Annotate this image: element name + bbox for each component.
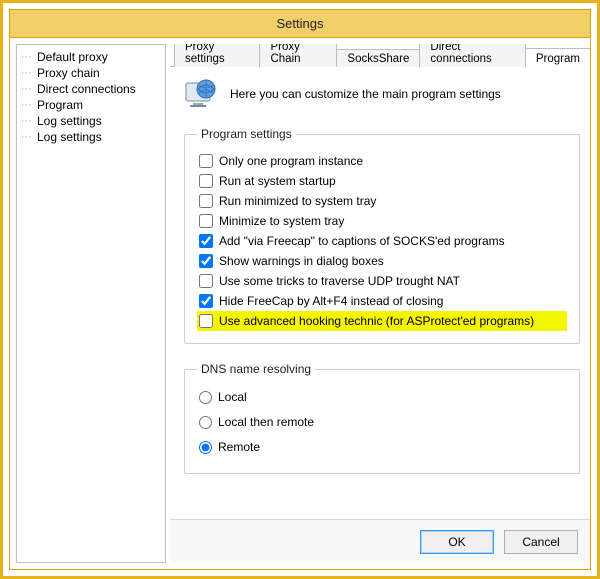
checkbox[interactable]	[199, 154, 213, 168]
checkbox-label: Minimize to system tray	[219, 214, 344, 228]
tree-branch-icon: ⋯	[21, 132, 35, 143]
titlebar: Settings	[10, 10, 590, 38]
right-pane: Proxy settings Proxy Chain SocksShare Di…	[170, 44, 590, 563]
tab-program[interactable]: Program	[525, 48, 590, 67]
opt-advanced-hooking[interactable]: Use advanced hooking technic (for ASProt…	[197, 311, 567, 331]
program-settings-legend: Program settings	[197, 127, 296, 141]
tree-item-label: Proxy chain	[37, 66, 100, 80]
globe-monitor-icon	[184, 77, 218, 111]
window-title: Settings	[277, 16, 324, 31]
radio-label: Remote	[218, 440, 260, 454]
tab-label: Program	[536, 53, 580, 65]
tree-item-label: Direct connections	[37, 82, 136, 96]
tab-label: Direct connections	[430, 44, 491, 65]
checkbox-label: Use some tricks to traverse UDP trought …	[219, 274, 460, 288]
tab-socksshare[interactable]: SocksShare	[336, 49, 420, 67]
checkbox[interactable]	[199, 194, 213, 208]
dns-resolving-legend: DNS name resolving	[197, 362, 315, 376]
tree-item-log-settings-1[interactable]: ⋯ Log settings	[19, 113, 163, 129]
tree-item-label: Log settings	[37, 130, 102, 144]
dns-local[interactable]: Local	[197, 386, 567, 411]
checkbox-label: Run at system startup	[219, 174, 336, 188]
tree-item-proxy-chain[interactable]: ⋯ Proxy chain	[19, 65, 163, 81]
checkbox-label: Run minimized to system tray	[219, 194, 376, 208]
tree-item-default-proxy[interactable]: ⋯ Default proxy	[19, 49, 163, 65]
opt-run-minimized[interactable]: Run minimized to system tray	[197, 191, 567, 211]
dns-resolving-group: DNS name resolving Local Local then remo…	[184, 362, 580, 474]
opt-hide-altf4[interactable]: Hide FreeCap by Alt+F4 instead of closin…	[197, 291, 567, 311]
checkbox-label: Only one program instance	[219, 154, 363, 168]
checkbox[interactable]	[199, 234, 213, 248]
settings-window: Settings ⋯ Default proxy ⋯ Proxy chain ⋯…	[9, 9, 591, 570]
radio[interactable]	[199, 441, 212, 454]
opt-only-one-instance[interactable]: Only one program instance	[197, 151, 567, 171]
program-settings-group: Program settings Only one program instan…	[184, 127, 580, 344]
tree-item-label: Default proxy	[37, 50, 108, 64]
tab-label: Proxy settings	[185, 44, 225, 65]
opt-add-via-freecap[interactable]: Add "via Freecap" to captions of SOCKS'e…	[197, 231, 567, 251]
tree-item-direct-connections[interactable]: ⋯ Direct connections	[19, 81, 163, 97]
tab-direct-connections[interactable]: Direct connections	[419, 44, 525, 67]
checkbox[interactable]	[199, 214, 213, 228]
opt-run-at-startup[interactable]: Run at system startup	[197, 171, 567, 191]
tab-body-program: Here you can customize the main program …	[170, 66, 590, 519]
tree-branch-icon: ⋯	[21, 116, 35, 127]
tree-item-program[interactable]: ⋯ Program	[19, 97, 163, 113]
checkbox-label: Show warnings in dialog boxes	[219, 254, 384, 268]
checkbox[interactable]	[199, 174, 213, 188]
client-area: ⋯ Default proxy ⋯ Proxy chain ⋯ Direct c…	[10, 38, 590, 569]
checkbox-label: Use advanced hooking technic (for ASProt…	[219, 314, 534, 328]
radio[interactable]	[199, 391, 212, 404]
ok-button[interactable]: OK	[420, 530, 494, 554]
tree-branch-icon: ⋯	[21, 84, 35, 95]
checkbox[interactable]	[199, 294, 213, 308]
button-bar: OK Cancel	[170, 519, 590, 563]
checkbox-label: Add "via Freecap" to captions of SOCKS'e…	[219, 234, 505, 248]
opt-minimize-to-tray[interactable]: Minimize to system tray	[197, 211, 567, 231]
tree-branch-icon: ⋯	[21, 68, 35, 79]
checkbox[interactable]	[199, 314, 213, 328]
tab-strip: Proxy settings Proxy Chain SocksShare Di…	[170, 44, 590, 66]
tree-branch-icon: ⋯	[21, 52, 35, 63]
checkbox-label: Hide FreeCap by Alt+F4 instead of closin…	[219, 294, 443, 308]
tab-proxy-chain[interactable]: Proxy Chain	[259, 44, 337, 67]
opt-show-warnings[interactable]: Show warnings in dialog boxes	[197, 251, 567, 271]
nav-tree[interactable]: ⋯ Default proxy ⋯ Proxy chain ⋯ Direct c…	[16, 44, 166, 563]
tree-item-label: Log settings	[37, 114, 102, 128]
tree-branch-icon: ⋯	[21, 100, 35, 111]
intro-text: Here you can customize the main program …	[230, 87, 501, 101]
checkbox[interactable]	[199, 274, 213, 288]
tab-label: Proxy Chain	[270, 44, 300, 65]
tree-item-log-settings-2[interactable]: ⋯ Log settings	[19, 129, 163, 145]
dns-local-then-remote[interactable]: Local then remote	[197, 411, 567, 436]
cancel-button[interactable]: Cancel	[504, 530, 578, 554]
tree-item-label: Program	[37, 98, 83, 112]
intro-row: Here you can customize the main program …	[184, 77, 580, 111]
radio-label: Local	[218, 390, 247, 404]
radio[interactable]	[199, 416, 212, 429]
checkbox[interactable]	[199, 254, 213, 268]
dns-remote[interactable]: Remote	[197, 436, 567, 461]
tab-label: SocksShare	[347, 53, 409, 65]
opt-udp-nat-tricks[interactable]: Use some tricks to traverse UDP trought …	[197, 271, 567, 291]
radio-label: Local then remote	[218, 415, 314, 429]
tab-proxy-settings[interactable]: Proxy settings	[174, 44, 260, 67]
